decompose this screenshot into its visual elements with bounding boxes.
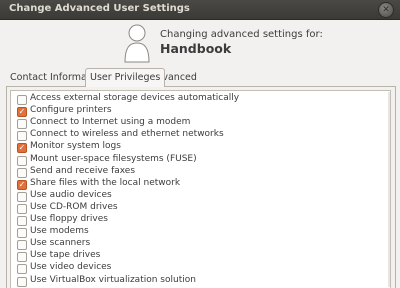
privilege-checkbox[interactable] bbox=[17, 95, 27, 105]
privilege-checkbox[interactable] bbox=[17, 264, 27, 275]
privilege-label: Monitor system logs bbox=[30, 141, 121, 152]
privilege-row[interactable]: Use VirtualBox virtualization solution bbox=[11, 274, 381, 288]
privilege-label: Use modems bbox=[30, 226, 89, 237]
privilege-label: Use floppy drives bbox=[30, 214, 108, 224]
privilege-label: Access external storage devices automati… bbox=[30, 93, 240, 103]
privilege-checkbox[interactable]: ✓ bbox=[17, 179, 27, 190]
privilege-label: Mount user-space filesystems (FUSE) bbox=[30, 153, 197, 164]
privilege-label: Use VirtualBox virtualization solution bbox=[30, 274, 196, 285]
privilege-label: Configure printers bbox=[30, 105, 112, 116]
privilege-checkbox[interactable] bbox=[17, 191, 27, 202]
privilege-label: Use scanners bbox=[30, 238, 91, 249]
privilege-checkbox[interactable] bbox=[17, 252, 27, 263]
privilege-checkbox[interactable]: ✓ bbox=[17, 143, 27, 154]
privilege-checkbox[interactable] bbox=[17, 276, 27, 287]
privilege-label: Use CD-ROM drives bbox=[30, 201, 118, 212]
privilege-label: Send and receive faxes bbox=[30, 165, 136, 176]
user-name: Handbook bbox=[160, 41, 232, 56]
privilege-checkbox[interactable] bbox=[17, 131, 27, 142]
privilege-label: Connect to Internet using a modem bbox=[30, 117, 191, 128]
privilege-label: Connect to wireless and ethernet network… bbox=[30, 129, 224, 140]
privilege-label: Use video devices bbox=[30, 262, 112, 273]
privilege-checkbox[interactable] bbox=[17, 155, 27, 166]
dialog-header: Changing advanced settings for: Handbook bbox=[0, 19, 400, 67]
privilege-checkbox[interactable] bbox=[17, 119, 27, 130]
privilege-checkbox[interactable]: ✓ bbox=[17, 107, 27, 118]
list-scrollbar[interactable] bbox=[388, 92, 390, 287]
close-icon: ✕ bbox=[382, 5, 390, 15]
privilege-label: Use tape drives bbox=[30, 250, 101, 261]
privilege-checkbox[interactable] bbox=[17, 228, 27, 239]
window-titlebar[interactable]: Change Advanced User Settings ✕ bbox=[0, 0, 400, 20]
privilege-checkbox[interactable] bbox=[17, 240, 27, 251]
privilege-label: Use audio devices bbox=[30, 189, 112, 200]
user-silhouette-icon bbox=[124, 24, 150, 63]
privilege-checkbox[interactable] bbox=[17, 167, 27, 178]
privilege-checkbox[interactable] bbox=[17, 216, 27, 226]
window-title: Change Advanced User Settings bbox=[9, 3, 190, 14]
changing-settings-label: Changing advanced settings for: bbox=[160, 29, 323, 40]
close-button[interactable]: ✕ bbox=[378, 2, 394, 18]
privilege-checkbox[interactable] bbox=[17, 203, 27, 214]
privileges-list[interactable]: Access external storage devices automati… bbox=[10, 90, 391, 288]
privilege-label: Share files with the local network bbox=[30, 177, 181, 188]
tab-bar: Contact Information User Privileges Adva… bbox=[6, 68, 394, 87]
tab-user-privileges[interactable]: User Privileges bbox=[85, 68, 166, 87]
